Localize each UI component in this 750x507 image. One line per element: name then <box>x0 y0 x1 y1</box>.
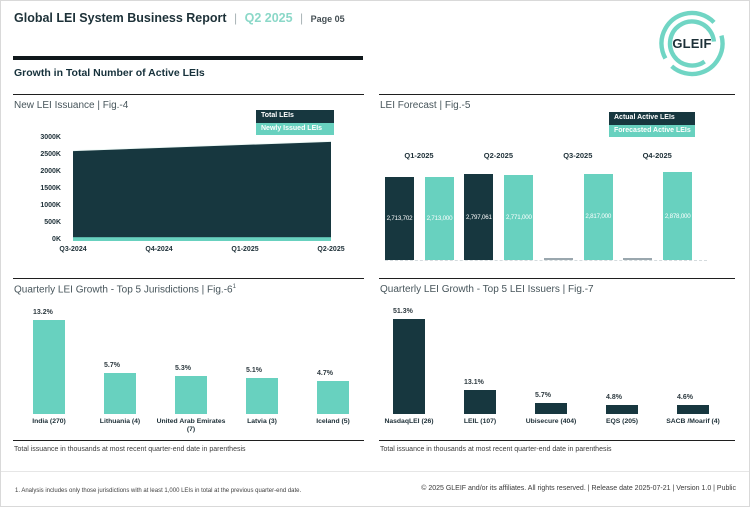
fig5-legend: Actual Active LEIs Forecasted Active LEI… <box>609 112 695 137</box>
bar <box>246 378 278 414</box>
fig7-footnote: Total issuance in thousands at most rece… <box>380 446 612 453</box>
bar <box>677 405 709 414</box>
fig7-chart: 51.3%NasdaqLEI (26)13.1%LEIL (107)5.7%Ub… <box>379 309 735 440</box>
bar <box>104 373 136 414</box>
bar <box>535 403 567 414</box>
chart-title-fig4: New LEI Issuance | Fig.-4 <box>14 100 128 111</box>
fig6-bottom-rule <box>13 440 364 441</box>
bar-value-label: 2,817,000 <box>585 213 611 220</box>
legend-total-leis: Total LEIs <box>256 110 334 123</box>
y-tick-label: 0K <box>19 236 61 243</box>
chart-title-fig6: Quarterly LEI Growth - Top 5 Jurisdictio… <box>14 284 236 295</box>
panel-top5-jurisdictions: Quarterly LEI Growth - Top 5 Jurisdictio… <box>13 278 364 457</box>
title-separator: | <box>300 11 303 25</box>
total-leis-area <box>73 141 331 241</box>
quarter-label: Q2-2025 <box>458 151 538 160</box>
y-tick-label: 1000K <box>19 202 61 209</box>
copyright-line: © 2025 GLEIF and/or its affiliates. All … <box>421 485 736 492</box>
y-tick-label: 2500K <box>19 151 61 158</box>
analysis-footnote: 1. Analysis includes only those jurisdic… <box>15 488 301 494</box>
category-label: SACB /Moarif (4) <box>655 418 731 426</box>
fig7-bottom-rule <box>379 440 735 441</box>
page-number: Page 05 <box>311 14 345 24</box>
category-label: EQS (205) <box>584 418 660 426</box>
category-label: Lithuania (4) <box>82 418 158 426</box>
pct-label: 51.3% <box>393 308 413 315</box>
chart-title-fig7: Quarterly LEI Growth - Top 5 LEI Issuers… <box>380 284 594 295</box>
fig6-footnote: Total issuance in thousands at most rece… <box>14 446 246 453</box>
fig4-legend: Total LEIs Newly Issued LEIs <box>256 110 334 135</box>
x-tick-label: Q3-2024 <box>40 246 106 253</box>
gleif-logo-text: GLEIF <box>657 7 727 79</box>
pct-label: 4.8% <box>606 394 622 401</box>
bar-value-label: 2,797,061 <box>466 214 492 221</box>
x-tick-label: Q4-2024 <box>126 246 192 253</box>
x-tick-label: Q2-2025 <box>298 246 364 253</box>
bar-value-label: 2,713,000 <box>427 215 453 222</box>
pct-label: 4.6% <box>677 394 693 401</box>
gleif-logo: GLEIF <box>657 7 727 79</box>
forecast-bar: 2,771,000 <box>504 175 533 260</box>
forecast-bar: 2,878,000 <box>663 172 692 260</box>
category-label: LEIL (107) <box>442 418 518 426</box>
y-tick-label: 500K <box>19 219 61 226</box>
bar <box>606 405 638 414</box>
category-label: NasdaqLEI (26) <box>371 418 447 426</box>
bar <box>175 376 207 414</box>
pct-label: 5.3% <box>175 365 191 372</box>
quarter-label: Q1-2025 <box>379 151 459 160</box>
legend-actual-active-leis: Actual Active LEIs <box>609 112 695 125</box>
area-plot <box>67 133 339 245</box>
category-label: Iceland (5) <box>295 418 371 426</box>
quarter-label: Q3-2025 <box>538 151 618 160</box>
report-page: Global LEI System Business Report | Q2 2… <box>0 0 750 507</box>
bar-value-label: 2,878,000 <box>665 213 691 220</box>
bar <box>464 390 496 414</box>
title-separator: | <box>234 11 237 25</box>
pct-label: 4.7% <box>317 370 333 377</box>
panel-lei-forecast: LEI Forecast | Fig.-5 Actual Active LEIs… <box>379 94 735 267</box>
category-label: Latvia (3) <box>224 418 300 426</box>
forecast-bar: 2,817,000 <box>584 174 613 260</box>
fig4-chart: 3000K 2500K 2000K 1500K 1000K 500K 0K Q3-2024 Q4… <box>19 133 349 261</box>
legend-forecasted-active-leis: Forecasted Active LEIs <box>609 125 695 138</box>
page-footer: 1. Analysis includes only those jurisdic… <box>1 471 749 507</box>
fig5-chart: Q1-20252,713,7022,713,000Q2-20252,797,06… <box>385 147 730 265</box>
category-label: India (270) <box>11 418 87 426</box>
actual-bar: 2,713,702 <box>385 177 414 260</box>
y-tick-label: 1500K <box>19 185 61 192</box>
forecast-bar: 2,713,000 <box>425 177 454 260</box>
actual-bar: 2,797,061 <box>464 174 493 260</box>
footnote-marker: 1 <box>233 284 236 290</box>
bar <box>33 320 65 414</box>
bar <box>317 381 349 414</box>
fig6-chart: 13.2% India (270) 5.7% Lithuania (4) 5.3% Uni… <box>13 309 364 440</box>
quarter-label: Q4-2025 <box>617 151 697 160</box>
pct-label: 5.7% <box>535 392 551 399</box>
y-tick-label: 3000K <box>19 134 61 141</box>
y-tick-label: 2000K <box>19 168 61 175</box>
report-header: Global LEI System Business Report | Q2 2… <box>14 9 345 27</box>
bar <box>393 319 425 414</box>
pct-label: 5.1% <box>246 367 262 374</box>
chart-title-fig5: LEI Forecast | Fig.-5 <box>380 100 470 111</box>
bar-value-label: 2,771,000 <box>506 214 532 221</box>
header-rule <box>13 56 363 60</box>
zero-baseline <box>385 260 707 261</box>
x-tick-label: Q1-2025 <box>212 246 278 253</box>
report-period: Q2 2025 <box>245 11 293 25</box>
newly-issued-area <box>73 237 331 241</box>
panel-top5-lei-issuers: Quarterly LEI Growth - Top 5 LEI Issuers… <box>379 278 735 457</box>
category-label: Ubisecure (404) <box>513 418 589 426</box>
bar-value-label: 2,713,702 <box>387 215 413 222</box>
pct-label: 13.2% <box>33 309 53 316</box>
pct-label: 5.7% <box>104 362 120 369</box>
chart-title-fig6-text: Quarterly LEI Growth - Top 5 Jurisdictio… <box>14 284 233 295</box>
report-title: Global LEI System Business Report <box>14 11 227 25</box>
pct-label: 13.1% <box>464 379 484 386</box>
category-label: United Arab Emirates (7) <box>153 418 229 434</box>
panel-new-lei-issuance: New LEI Issuance | Fig.-4 Total LEIs New… <box>13 94 364 267</box>
section-title: Growth in Total Number of Active LEIs <box>14 67 205 79</box>
